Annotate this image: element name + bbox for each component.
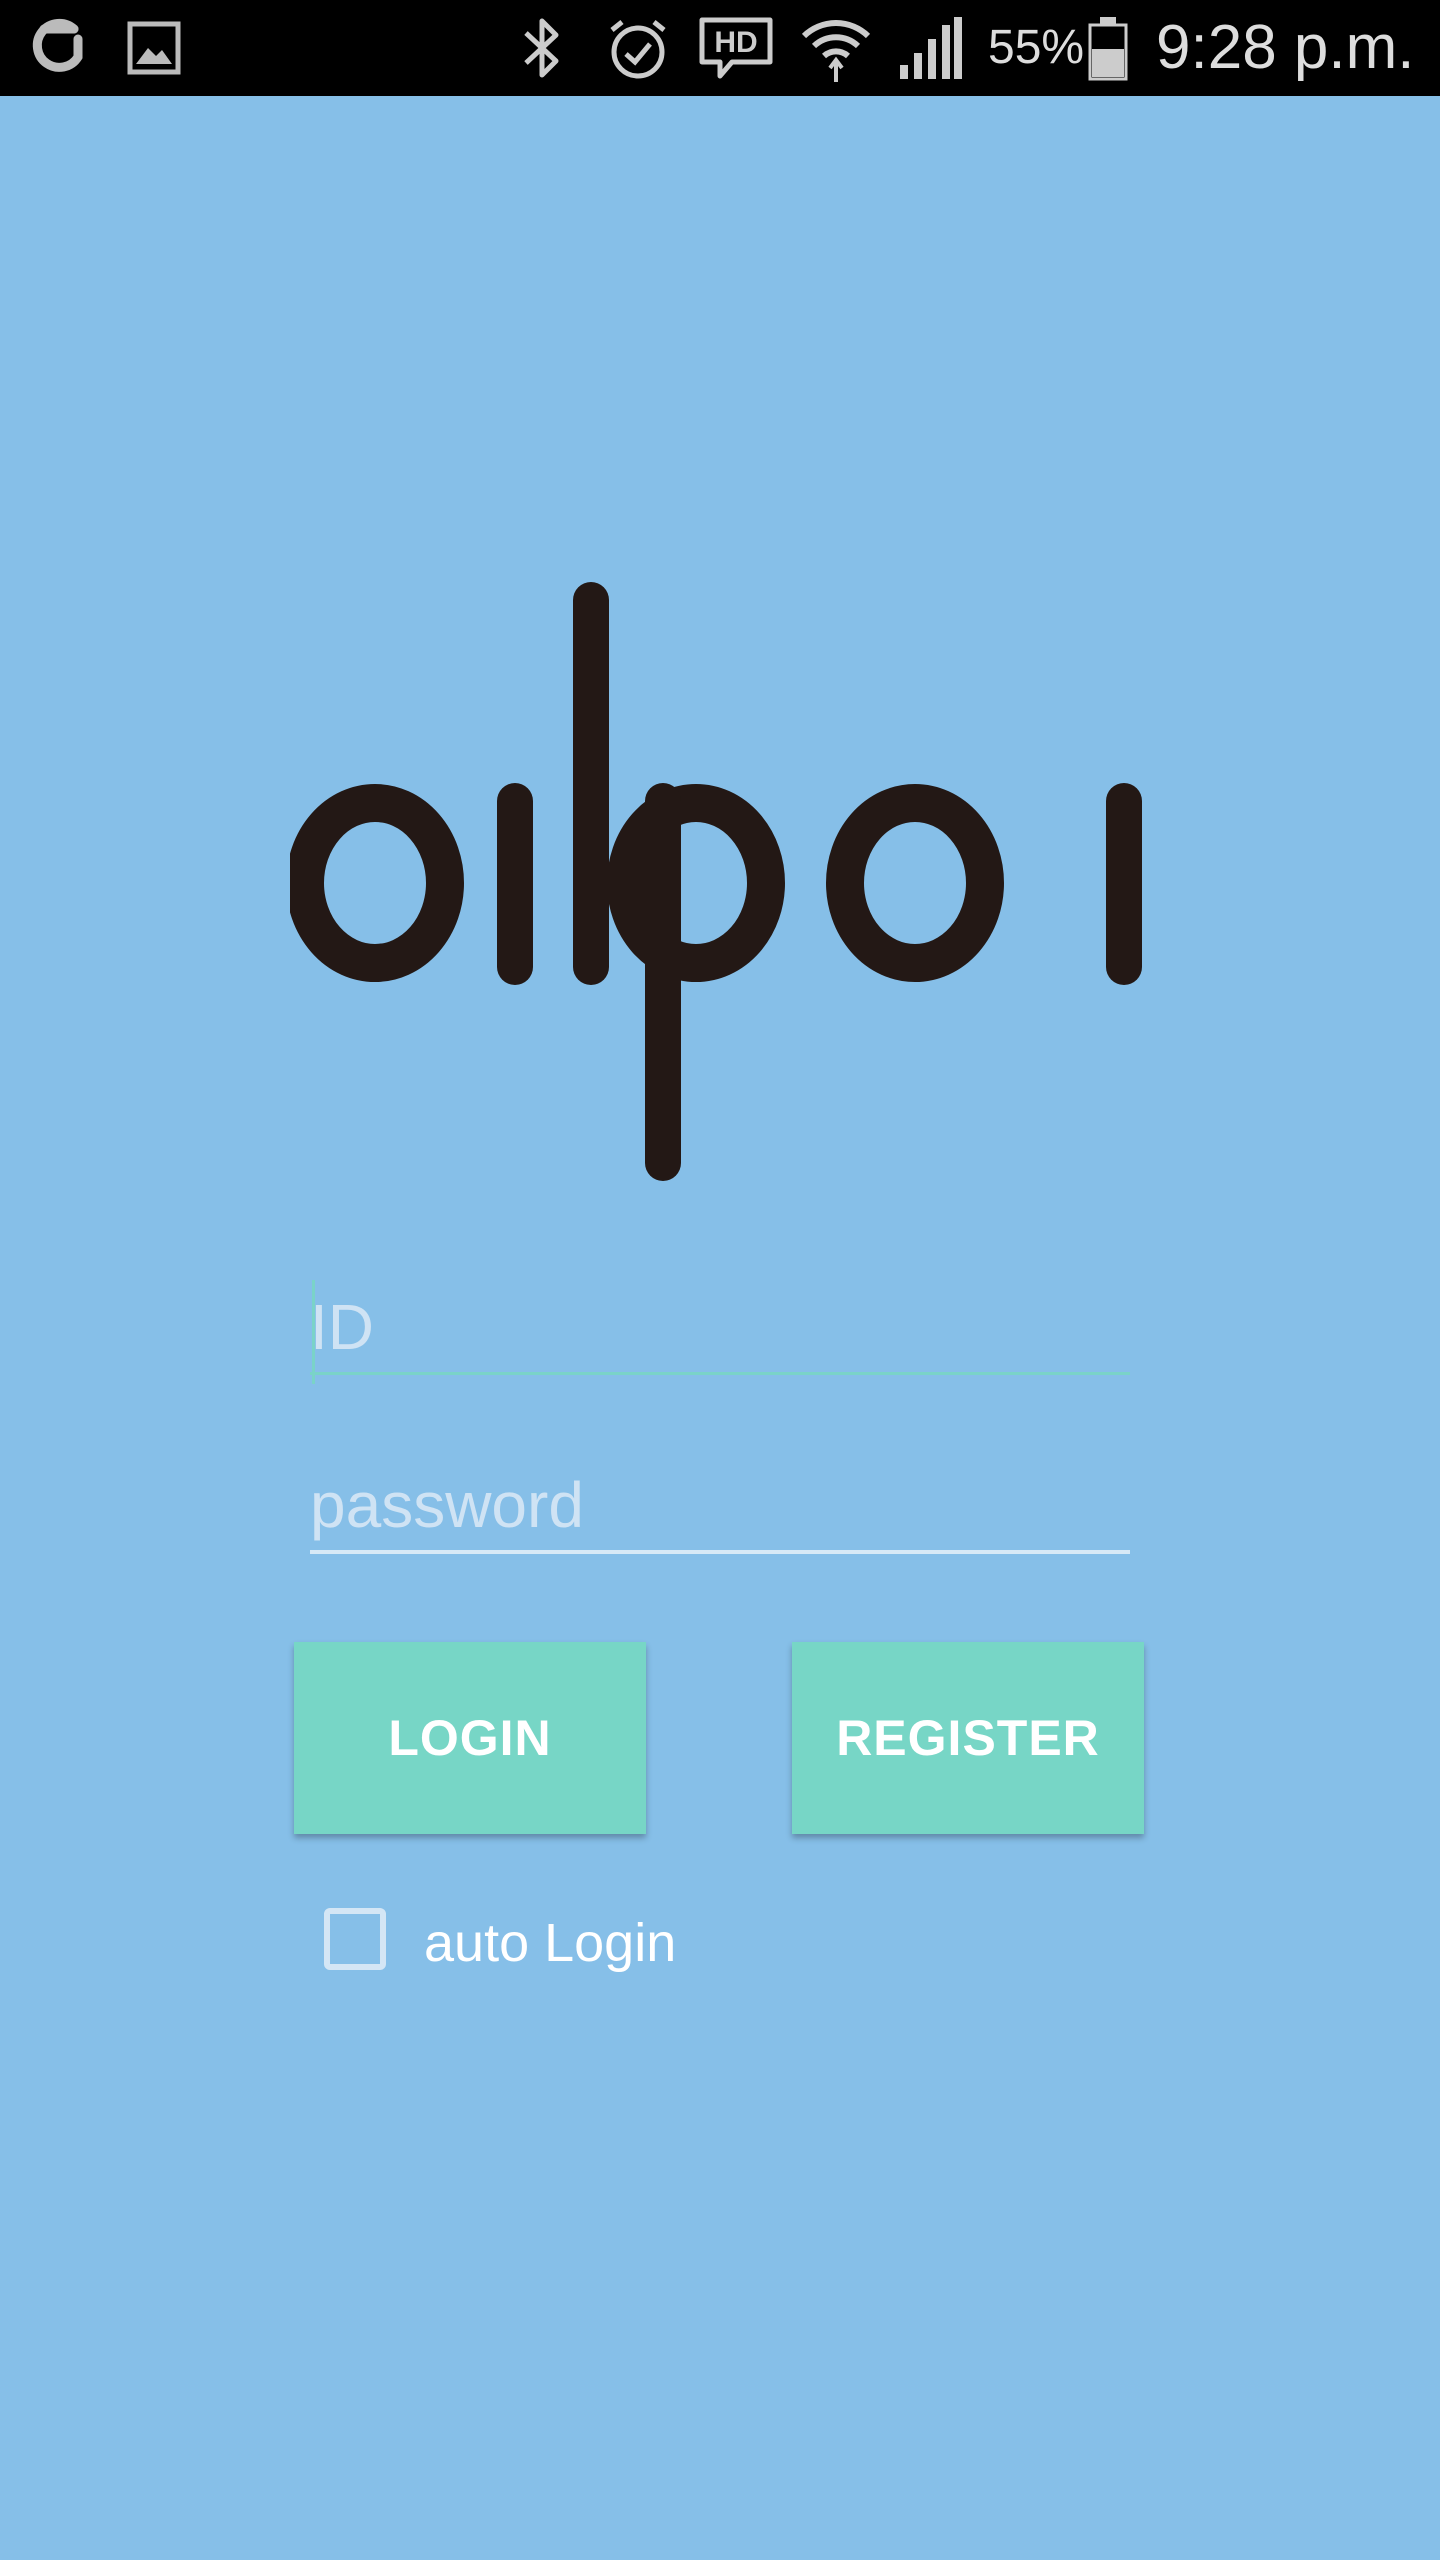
auto-login-label[interactable]: auto Login [424,1908,676,1978]
bluetooth-icon [516,0,568,96]
auto-login-checkbox[interactable] [324,1908,386,1970]
signal-icon [896,0,964,96]
password-input[interactable] [310,1460,1130,1554]
battery-percent: 55% [988,21,1085,74]
svg-text:HD: HD [714,26,757,59]
register-button[interactable]: REGISTER [792,1642,1144,1834]
clock-time: 9:28 p.m. [1156,13,1415,82]
wifi-icon [800,0,872,96]
gallery-icon [126,0,182,96]
oilpol-logo [290,582,1142,1181]
battery-icon [1086,0,1130,96]
login-button[interactable]: LOGIN [294,1642,646,1834]
alarm-icon [606,0,670,96]
hd-voice-icon: HD [696,0,776,96]
app-g-icon [28,0,90,96]
status-bar: HD 55% 9:28 p.m. [0,0,1440,96]
id-input[interactable] [310,1282,1130,1375]
